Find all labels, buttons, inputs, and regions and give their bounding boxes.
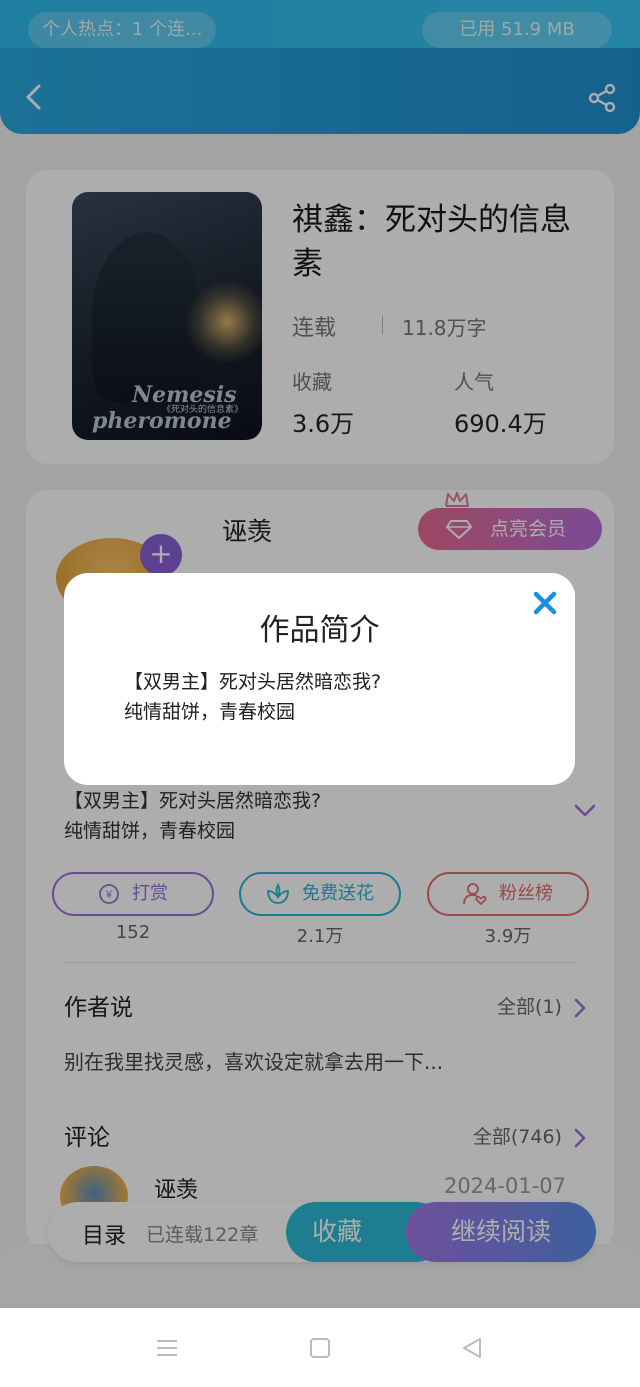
home-square-icon[interactable]	[308, 1336, 332, 1360]
modal-line-1: 【双男主】死对头居然暗恋我?	[124, 671, 382, 693]
back-triangle-icon[interactable]	[460, 1336, 484, 1360]
close-icon	[533, 591, 557, 615]
modal-title: 作品简介	[259, 613, 380, 648]
modal-line-2: 纯情甜饼，青春校园	[124, 701, 296, 723]
close-button[interactable]	[515, 573, 575, 633]
modal-body: 【双男主】死对头居然暗恋我? 纯情甜饼，青春校园	[124, 667, 381, 727]
intro-modal: 作品简介 【双男主】死对头居然暗恋我? 纯情甜饼，青春校园	[64, 573, 575, 785]
menu-icon[interactable]	[155, 1336, 179, 1360]
system-nav-bar	[0, 1308, 640, 1387]
